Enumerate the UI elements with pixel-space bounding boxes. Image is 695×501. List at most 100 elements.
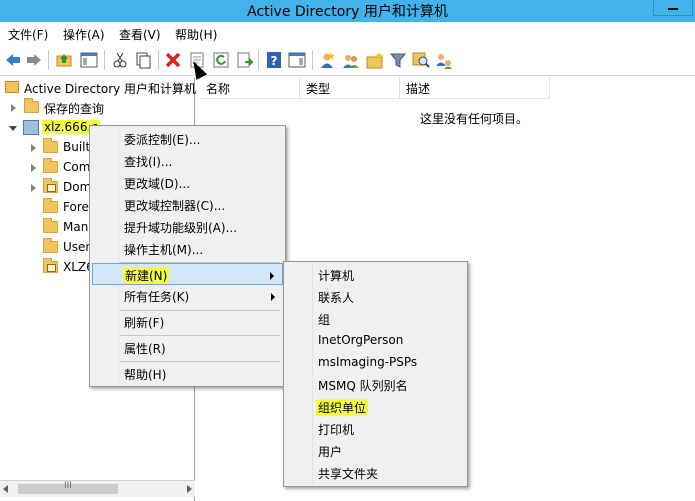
submenu-item-shared-folder[interactable]: 共享文件夹 [286,462,465,484]
find-icon[interactable] [412,51,430,69]
submenu-arrow-icon [270,272,274,280]
toolbar-separator [312,50,313,70]
menu-item-refresh[interactable]: 刷新(F) [92,311,283,333]
submenu-item-msimaging-psps[interactable]: msImaging-PSPs [286,352,465,374]
expand-icon[interactable] [31,164,36,172]
menu-item-label: msImaging-PSPs [318,355,418,369]
minimize-button[interactable] [653,0,693,16]
submenu-item-group[interactable]: 组 [286,308,465,330]
menu-item-help[interactable]: 帮助(H) [92,363,283,385]
menu-separator [120,361,280,362]
title-bar: Active Directory 用户和计算机 [0,0,695,22]
menu-item-label: 委派控制(E)... [124,133,201,147]
expand-icon[interactable] [31,184,36,192]
scrollbar-grip: III [64,481,72,491]
tree-item-label: Com [63,160,91,174]
submenu-arrow-icon [271,293,275,301]
menu-item-label: 提升域功能级别(A)... [124,221,238,235]
scroll-left-icon[interactable] [3,485,8,493]
new-user-icon[interactable] [318,51,336,69]
menu-item-label: 组 [318,313,331,327]
filter-icon[interactable] [389,51,407,69]
collapse-icon[interactable] [9,126,17,131]
menu-view[interactable]: 查看(V) [119,26,161,43]
tree-item-label: User [63,240,91,254]
menu-action[interactable]: 操作(A) [63,26,105,43]
folder-icon [43,138,58,153]
menu-item-find[interactable]: 查找(I)... [92,150,283,172]
menu-item-label: InetOrgPerson [318,333,404,347]
menu-item-delegate-control[interactable]: 委派控制(E)... [92,128,283,150]
back-arrow-icon[interactable] [4,51,22,69]
show-hide-pane-icon[interactable] [288,51,306,69]
submenu-item-inetorgperson[interactable]: InetOrgPerson [286,330,465,352]
new-group-icon[interactable] [342,51,360,69]
add-to-group-icon[interactable] [435,51,453,69]
forward-arrow-icon[interactable] [25,51,43,69]
menu-file[interactable]: 文件(F) [8,26,48,43]
menu-item-label: 操作主机(M)... [124,243,204,257]
new-ou-icon[interactable] [366,51,384,69]
menu-item-label: 打印机 [318,423,355,437]
tree-item-root[interactable]: Active Directory 用户和计算机 [0,78,197,98]
menu-item-label: 更改域(D)... [124,177,191,191]
domain-icon [23,120,39,135]
submenu-item-printer[interactable]: 打印机 [286,418,465,440]
toolbar-separator [158,50,159,70]
horizontal-scrollbar[interactable]: III [0,480,195,497]
cut-icon[interactable] [111,51,129,69]
copy-icon[interactable] [134,51,152,69]
menu-help[interactable]: 帮助(H) [175,26,217,43]
menu-item-new[interactable]: 新建(N) [92,263,283,285]
console-tree-icon[interactable] [80,51,98,69]
tree-item-label: Fore [63,200,89,214]
menu-item-label: 帮助(H) [124,368,167,382]
menu-item-change-domain[interactable]: 更改域(D)... [92,172,283,194]
menu-item-operations-masters[interactable]: 操作主机(M)... [92,238,283,260]
new-submenu: 计算机 联系人 组 InetOrgPerson msImaging-PSPs M… [283,261,468,487]
folder-icon [43,158,58,173]
menu-item-label: 属性(R) [124,342,166,356]
tree-item-label: Dom [63,180,92,194]
expand-icon[interactable] [11,104,16,112]
menu-bar: 文件(F) 操作(A) 查看(V) 帮助(H) [0,22,695,44]
submenu-item-user[interactable]: 用户 [286,440,465,462]
export-list-icon[interactable] [236,51,254,69]
minimize-icon [668,8,678,10]
menu-item-label: 计算机 [318,269,355,283]
menu-item-label: 新建(N) [123,267,170,284]
menu-item-properties[interactable]: 属性(R) [92,337,283,359]
folder-icon [43,198,58,213]
refresh-icon[interactable] [212,51,230,69]
tree-item-label: Man [63,220,89,234]
context-menu: 委派控制(E)... 查找(I)... 更改域(D)... 更改域控制器(C).… [89,125,286,387]
column-header-name[interactable]: 名称 [200,77,300,99]
menu-item-all-tasks[interactable]: 所有任务(K) [92,285,283,307]
menu-item-label: 所有任务(K) [124,290,190,304]
ou-icon [43,178,58,193]
submenu-item-msmq-alias[interactable]: MSMQ 队列别名 [286,374,465,396]
delete-icon[interactable] [164,51,182,69]
submenu-item-computer[interactable]: 计算机 [286,264,465,286]
submenu-item-organizational-unit[interactable]: 组织单位 [286,396,465,418]
expand-icon[interactable] [31,144,36,152]
menu-item-raise-level[interactable]: 提升域功能级别(A)... [92,216,283,238]
folder-icon [43,238,58,253]
help-icon[interactable]: ? [265,51,283,69]
empty-list-message: 这里没有任何项目。 [420,112,529,126]
tree-item-label: 保存的查询 [44,102,105,116]
column-header-type[interactable]: 类型 [300,77,400,99]
folder-icon [43,218,58,233]
tree-item-label: Active Directory 用户和计算机 [24,82,197,96]
scroll-right-icon[interactable] [187,485,192,493]
submenu-item-contact[interactable]: 联系人 [286,286,465,308]
up-folder-icon[interactable] [55,51,73,69]
svg-text:?: ? [271,54,278,68]
menu-item-label: 组织单位 [316,399,369,416]
column-header-description[interactable]: 描述 [400,77,550,99]
tree-item-saved-queries[interactable]: 保存的查询 [0,98,195,118]
menu-item-change-dc[interactable]: 更改域控制器(C)... [92,194,283,216]
toolbar-separator [48,50,49,70]
menu-item-label: 用户 [318,445,343,459]
folder-icon [24,98,39,113]
